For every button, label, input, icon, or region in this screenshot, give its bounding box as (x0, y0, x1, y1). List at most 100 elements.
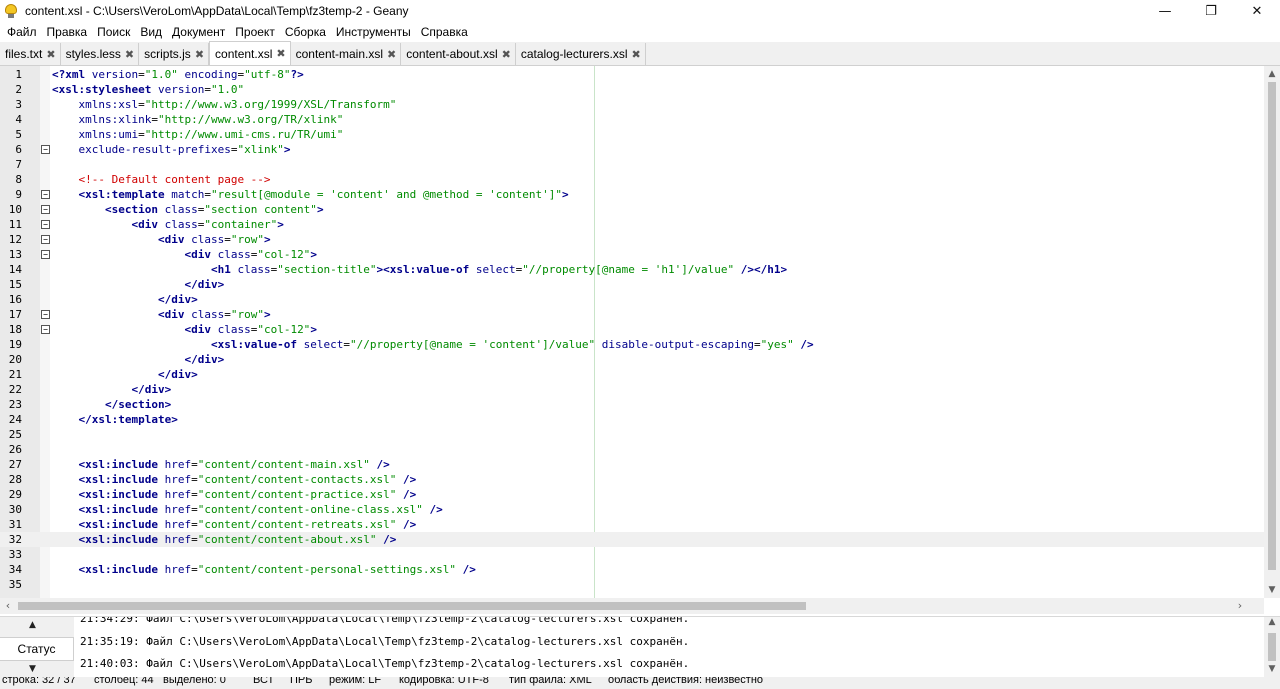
code-line[interactable]: 35 (0, 577, 1264, 592)
line-number: 20 (8, 353, 22, 366)
code-line[interactable]: 23 </section> (0, 397, 1264, 412)
code-line[interactable]: 33 (0, 547, 1264, 562)
scrollbar-thumb[interactable] (1268, 633, 1276, 661)
code-line[interactable]: 32 <xsl:include href="content/content-ab… (0, 532, 1264, 547)
document-tabs: files.txt ✖ styles.less ✖ scripts.js ✖ content… (0, 41, 1280, 66)
code-line[interactable]: 28 <xsl:include href="content/content-co… (0, 472, 1264, 487)
tab-scroll-down-icon[interactable]: ▼ (29, 664, 36, 674)
code-line[interactable]: 21 </div> (0, 367, 1264, 382)
code-line[interactable]: 4 xmlns:xlink="http://www.w3.org/TR/xlin… (0, 112, 1264, 127)
tab-catalog-lecturers-xsl[interactable]: catalog-lecturers.xsl ✖ (515, 43, 646, 65)
code-editor[interactable]: 1 <?xml version="1.0" encoding="utf-8"?> 2… (0, 66, 1280, 598)
code-line[interactable]: 18 − <div class="col-12"> (0, 322, 1264, 337)
tab-files-txt[interactable]: files.txt ✖ (0, 43, 61, 65)
code-line[interactable]: 29 <xsl:include href="content/content-pr… (0, 487, 1264, 502)
tab-scroll-up-icon[interactable]: ▲ (29, 620, 36, 630)
minimize-button[interactable]: — (1142, 0, 1188, 22)
code-text: <xsl:include href="content/content-conta… (78, 473, 417, 486)
code-line[interactable]: 15 </div> (0, 277, 1264, 292)
editor-vertical-scrollbar[interactable]: ▲ ▼ (1264, 66, 1280, 598)
scroll-down-icon[interactable]: ▼ (1264, 582, 1280, 598)
menu-project[interactable]: Проект (230, 22, 280, 42)
maximize-button[interactable]: ❐ (1188, 0, 1234, 22)
fold-toggle-icon[interactable]: − (41, 190, 50, 199)
code-line[interactable]: 2 <xsl:stylesheet version="1.0" (0, 82, 1264, 97)
close-tab-icon[interactable]: ✖ (502, 48, 511, 61)
code-line[interactable]: 9 − <xsl:template match="result[@module =… (0, 187, 1264, 202)
scrollbar-thumb[interactable] (1268, 82, 1276, 570)
tab-label: styles.less (65, 47, 121, 61)
code-line[interactable]: 20 </div> (0, 352, 1264, 367)
code-line[interactable]: 5 xmlns:umi="http://www.umi-cms.ru/TR/um… (0, 127, 1264, 142)
scroll-down-icon[interactable]: ▼ (1264, 664, 1280, 678)
close-tab-icon[interactable]: ✖ (632, 48, 641, 61)
close-tab-icon[interactable]: ✖ (46, 48, 55, 61)
scroll-right-icon[interactable]: › (1232, 598, 1248, 614)
close-tab-icon[interactable]: ✖ (125, 48, 134, 61)
code-line[interactable]: 17 − <div class="row"> (0, 307, 1264, 322)
menu-edit[interactable]: Правка (42, 22, 93, 42)
fold-toggle-icon[interactable]: − (41, 325, 50, 334)
tab-content-xsl[interactable]: content.xsl ✖ (209, 41, 291, 65)
code-line[interactable]: 13 − <div class="col-12"> (0, 247, 1264, 262)
scroll-up-icon[interactable]: ▲ (1264, 617, 1280, 631)
code-line[interactable]: 3 xmlns:xsl="http://www.w3.org/1999/XSL/… (0, 97, 1264, 112)
window-controls: — ❐ ✕ (1142, 0, 1280, 22)
scroll-up-icon[interactable]: ▲ (1264, 66, 1280, 82)
line-number: 16 (8, 293, 22, 306)
code-line[interactable]: 8 <!-- Default content page --> (0, 172, 1264, 187)
code-line[interactable]: 19 <xsl:value-of select="//property[@nam… (0, 337, 1264, 352)
tab-status[interactable]: Статус (0, 637, 74, 661)
menu-tools[interactable]: Инструменты (331, 22, 416, 42)
message-window: ▲ Статус ▼ 21:34:29: Файл C:\Users\VeroL… (0, 616, 1280, 678)
menu-help[interactable]: Справка (416, 22, 473, 42)
code-line[interactable]: 30 <xsl:include href="content/content-on… (0, 502, 1264, 517)
code-line[interactable]: 1 <?xml version="1.0" encoding="utf-8"?> (0, 67, 1264, 82)
menu-view[interactable]: Вид (135, 22, 167, 42)
fold-toggle-icon[interactable]: − (41, 205, 50, 214)
code-line[interactable]: 26 (0, 442, 1264, 457)
menu-document[interactable]: Документ (167, 22, 230, 42)
code-text: <section class="section content"> (104, 203, 324, 216)
tab-styles-less[interactable]: styles.less ✖ (60, 43, 140, 65)
code-line[interactable]: 31 <xsl:include href="content/content-re… (0, 517, 1264, 532)
code-line[interactable]: 11 − <div class="container"> (0, 217, 1264, 232)
code-lines[interactable]: 1 <?xml version="1.0" encoding="utf-8"?> 2… (0, 67, 1264, 592)
tab-label: content.xsl (215, 46, 273, 61)
code-line[interactable]: 25 (0, 427, 1264, 442)
close-tab-icon[interactable]: ✖ (276, 47, 285, 60)
close-tab-icon[interactable]: ✖ (195, 48, 204, 61)
scroll-left-icon[interactable]: ‹ (0, 598, 16, 614)
status-messages: 21:34:29: Файл C:\Users\VeroLom\AppData\… (74, 617, 1264, 678)
close-button[interactable]: ✕ (1234, 0, 1280, 22)
menu-build[interactable]: Сборка (280, 22, 331, 42)
editor-horizontal-scrollbar[interactable]: ‹ › (0, 598, 1264, 614)
tab-content-main-xsl[interactable]: content-main.xsl ✖ (290, 43, 402, 65)
close-tab-icon[interactable]: ✖ (387, 48, 396, 61)
code-line[interactable]: 7 (0, 157, 1264, 172)
tab-scripts-js[interactable]: scripts.js ✖ (139, 43, 210, 65)
code-line[interactable]: 27 <xsl:include href="content/content-ma… (0, 457, 1264, 472)
tab-label: scripts.js (144, 47, 191, 61)
code-text: <xsl:include href="content/content-onlin… (78, 503, 443, 516)
menu-file[interactable]: Файл (2, 22, 42, 42)
fold-toggle-icon[interactable]: − (41, 145, 50, 154)
messages-scrollbar[interactable]: ▲ ▼ (1264, 617, 1280, 678)
scrollbar-thumb[interactable] (18, 602, 806, 610)
fold-toggle-icon[interactable]: − (41, 235, 50, 244)
tab-content-about-xsl[interactable]: content-about.xsl ✖ (401, 43, 516, 65)
fold-toggle-icon[interactable]: − (41, 310, 50, 319)
code-line[interactable]: 12 − <div class="row"> (0, 232, 1264, 247)
code-line[interactable]: 10 − <section class="section content"> (0, 202, 1264, 217)
code-text: <div class="col-12"> (184, 323, 317, 336)
fold-toggle-icon[interactable]: − (41, 220, 50, 229)
code-line[interactable]: 34 <xsl:include href="content/content-pe… (0, 562, 1264, 577)
code-line[interactable]: 22 </div> (0, 382, 1264, 397)
code-line[interactable]: 14 <h1 class="section-title"><xsl:value-… (0, 262, 1264, 277)
code-line[interactable]: 24 </xsl:template> (0, 412, 1264, 427)
code-line[interactable]: 16 </div> (0, 292, 1264, 307)
menu-search[interactable]: Поиск (92, 22, 135, 42)
fold-toggle-icon[interactable]: − (41, 250, 50, 259)
code-text: </div> (184, 353, 225, 366)
code-line[interactable]: 6 − exclude-result-prefixes="xlink"> (0, 142, 1264, 157)
